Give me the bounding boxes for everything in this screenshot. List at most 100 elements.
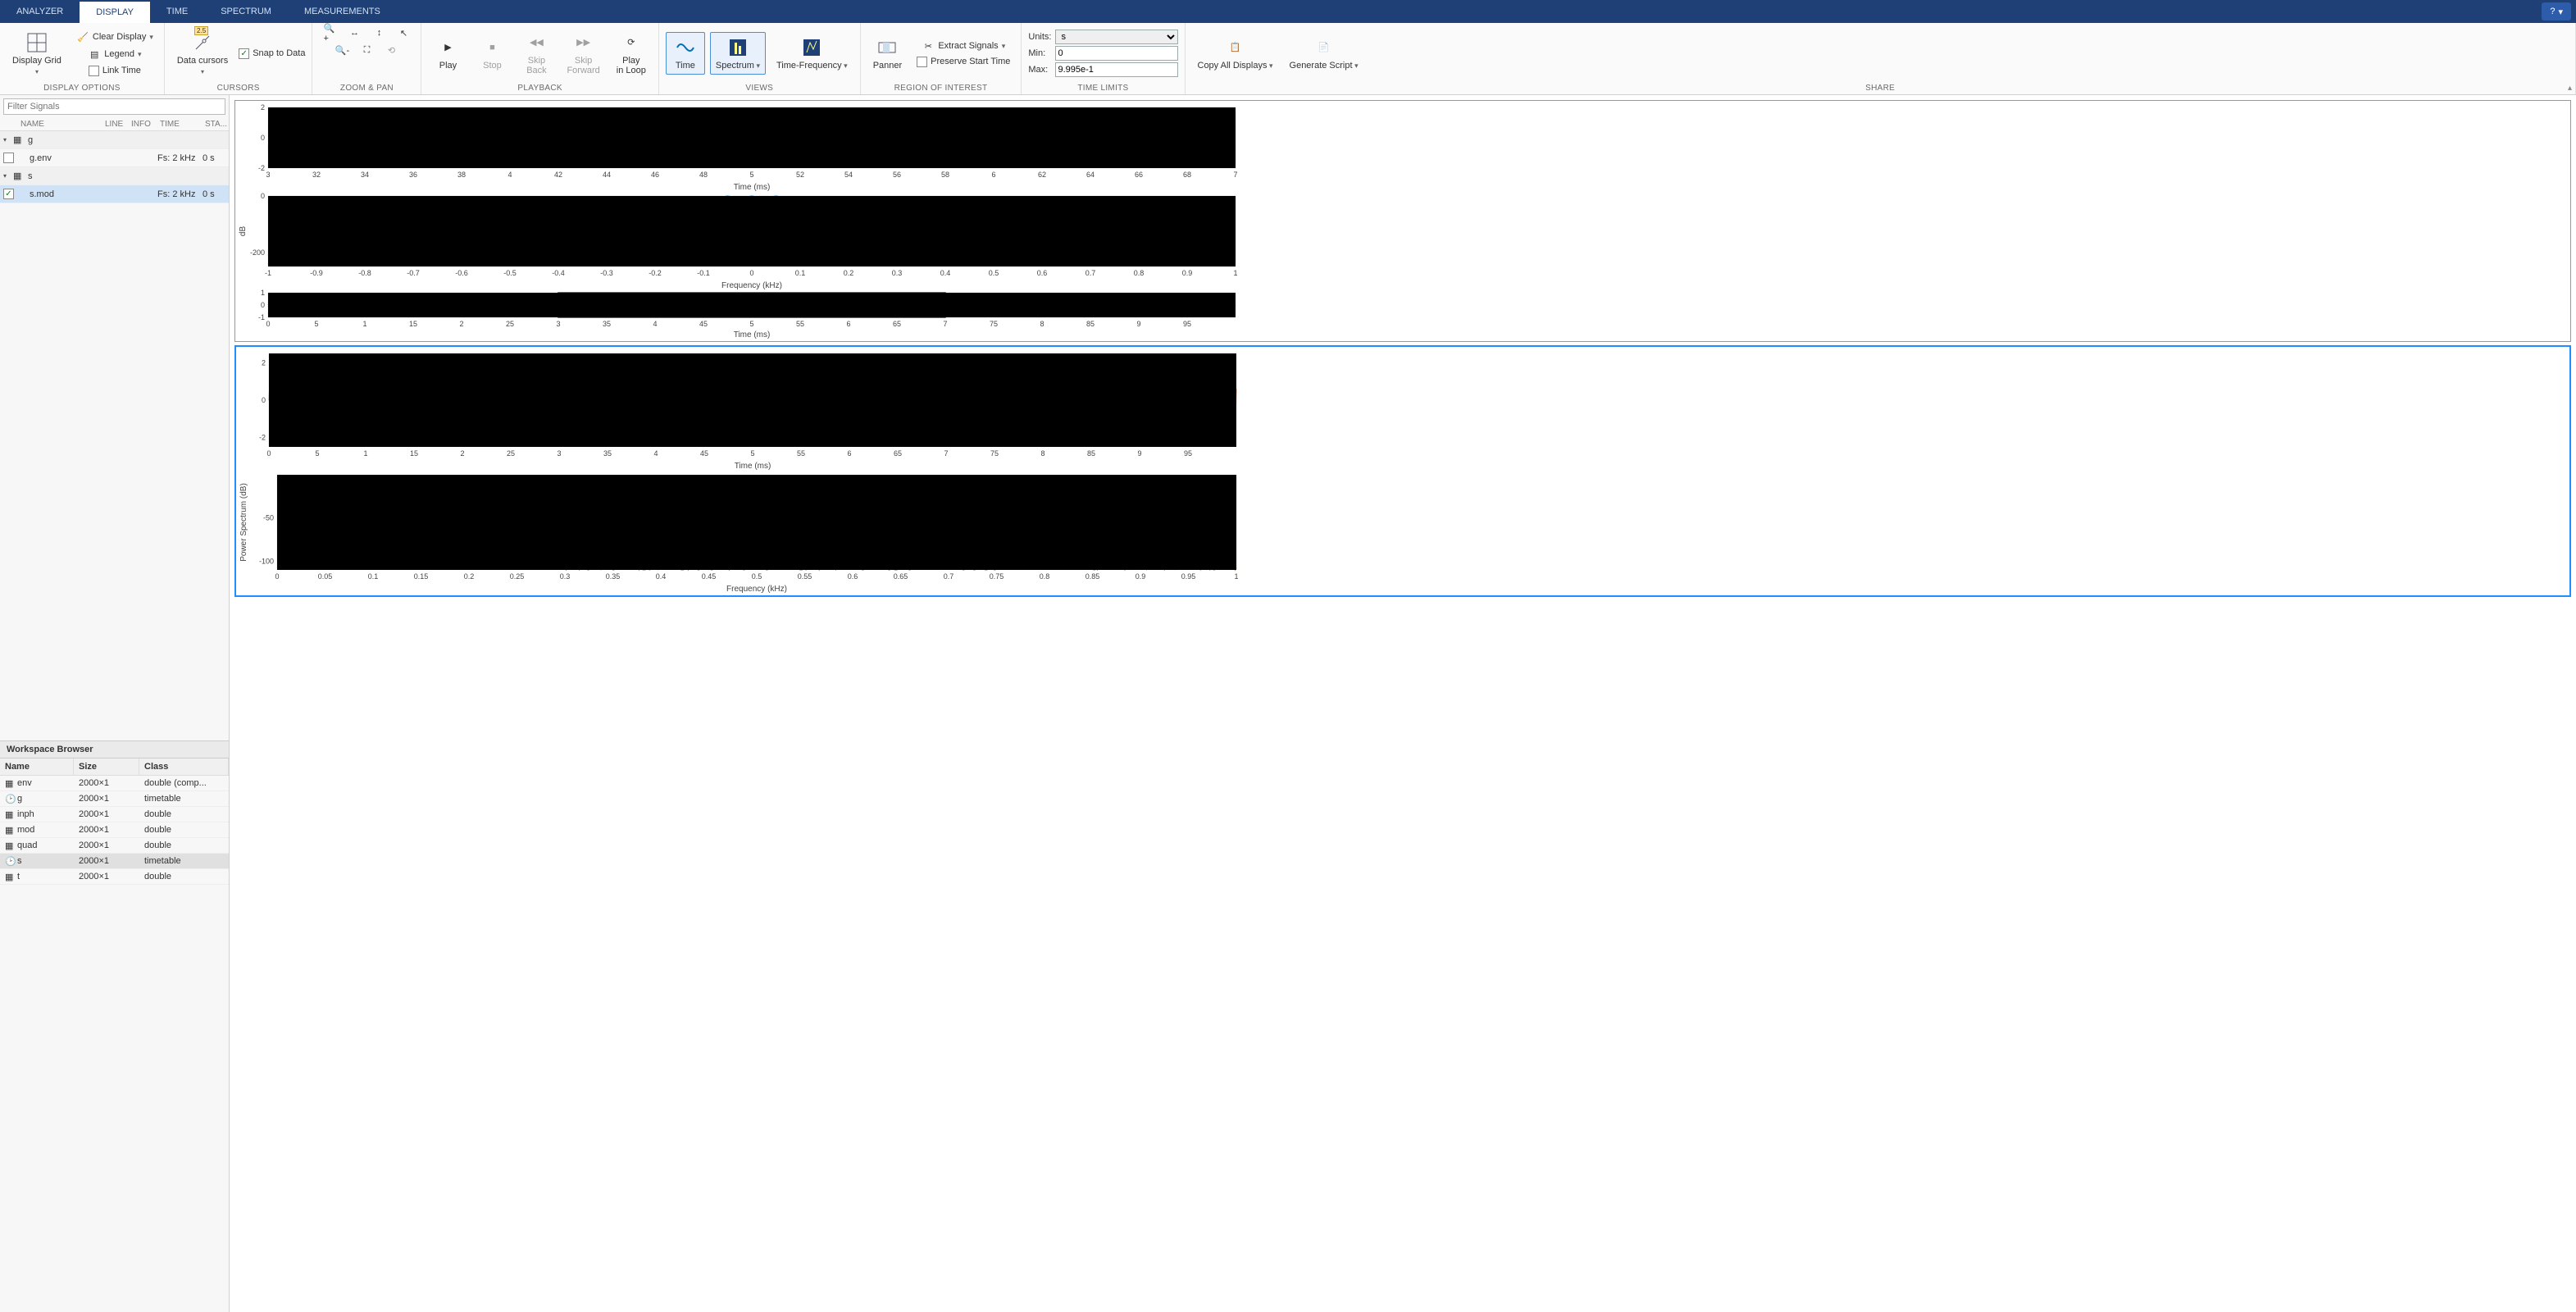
pan-button[interactable]: ↖	[393, 25, 414, 41]
pan-icon: ↖	[397, 26, 410, 39]
tab-measurements[interactable]: MEASUREMENTS	[288, 0, 397, 23]
tab-display[interactable]: DISPLAY	[80, 0, 150, 23]
svg-text:-1: -1	[265, 269, 271, 277]
snap-to-data-checkbox[interactable]: Snap to Data	[239, 48, 305, 59]
workspace-row[interactable]: 🕑s2000×1timetable	[0, 854, 229, 869]
link-time-checkbox[interactable]: Link Time	[72, 64, 157, 78]
svg-text:1: 1	[1234, 572, 1238, 581]
svg-text:0.7: 0.7	[1085, 269, 1096, 277]
min-input[interactable]	[1055, 46, 1178, 61]
units-select[interactable]: s	[1055, 30, 1178, 44]
svg-text:0.85: 0.85	[1085, 572, 1100, 581]
group-label: SHARE	[1192, 82, 2569, 94]
var-icon: ▦	[5, 840, 15, 850]
svg-text:-0.6: -0.6	[455, 269, 468, 277]
signal-tree: ▾▦gg.envFs: 2 kHz0 s▾▦ss.modFs: 2 kHz0 s	[0, 131, 229, 203]
svg-text:46: 46	[651, 171, 659, 179]
skip-back-button[interactable]: ◀◀Skip Back	[517, 27, 556, 80]
zoom-y-button[interactable]: ↕	[368, 25, 389, 41]
svg-text:0.25: 0.25	[510, 572, 525, 581]
plots-container: 3323436384424446485525456586626466687-20…	[230, 95, 2576, 1312]
svg-text:65: 65	[893, 320, 901, 328]
view-spectrum-button[interactable]: Spectrum	[710, 32, 766, 75]
filter-signals-input[interactable]	[3, 98, 225, 115]
svg-text:0: 0	[261, 301, 265, 309]
signal-row[interactable]: g.envFs: 2 kHz0 s	[0, 149, 229, 167]
svg-text:0.3: 0.3	[892, 269, 903, 277]
stop-button[interactable]: ■Stop	[472, 32, 512, 75]
svg-text:32: 32	[312, 171, 321, 179]
svg-text:0: 0	[261, 134, 265, 142]
play-loop-button[interactable]: ⟳Play in Loop	[611, 27, 652, 80]
tab-spectrum[interactable]: SPECTRUM	[204, 0, 288, 23]
plot-panel-s[interactable]: 05115225335445555665775885995-202Time (m…	[234, 345, 2571, 597]
view-tf-button[interactable]: Time-Frequency	[771, 32, 853, 75]
zoom-x-button[interactable]: ↔	[344, 25, 365, 41]
svg-text:95: 95	[1183, 320, 1191, 328]
svg-text:15: 15	[410, 449, 418, 458]
workspace-row[interactable]: ▦env2000×1double (comp...	[0, 776, 229, 791]
extract-signals-button[interactable]: ✂Extract Signals	[913, 38, 1014, 54]
svg-text:0.4: 0.4	[940, 269, 951, 277]
zoom-in-button[interactable]: 🔍+	[319, 25, 340, 41]
plot-panel-g[interactable]: 3323436384424446485525456586626466687-20…	[234, 100, 2571, 342]
max-input[interactable]	[1055, 62, 1178, 77]
fit-icon: ⛶	[360, 43, 373, 57]
group-label: CURSORS	[171, 82, 306, 94]
svg-text:35: 35	[603, 320, 611, 328]
svg-text:0.95: 0.95	[1181, 572, 1196, 581]
group-label: ZOOM & PAN	[319, 82, 414, 94]
help-button[interactable]: ?▾	[2542, 2, 2571, 20]
svg-text:4: 4	[653, 320, 657, 328]
svg-text:0.9: 0.9	[1182, 269, 1193, 277]
view-time-button[interactable]: Time	[666, 32, 705, 75]
signal-group[interactable]: ▾▦g	[0, 131, 229, 149]
preserve-start-checkbox[interactable]: Preserve Start Time	[913, 55, 1014, 69]
skip-fwd-button[interactable]: ▶▶Skip Forward	[561, 27, 605, 80]
svg-text:0.6: 0.6	[848, 572, 858, 581]
workspace-row[interactable]: ▦mod2000×1double	[0, 822, 229, 838]
data-cursors-button[interactable]: 2.5 Data cursors ▾	[171, 27, 234, 79]
signal-group[interactable]: ▾▦s	[0, 167, 229, 185]
svg-text:-0.8: -0.8	[358, 269, 371, 277]
min-label: Min:	[1028, 48, 1051, 58]
svg-text:0.1: 0.1	[795, 269, 806, 277]
clear-display-button[interactable]: 🧹 Clear Display	[72, 30, 157, 46]
workspace-row[interactable]: ▦inph2000×1double	[0, 807, 229, 822]
checkbox-icon[interactable]	[3, 189, 14, 199]
svg-text:1: 1	[362, 320, 366, 328]
checkbox-icon[interactable]	[3, 153, 14, 163]
signal-table-header: NAME LINE INFO TIME STA...	[0, 118, 229, 131]
legend-button[interactable]: ▤ Legend	[72, 47, 157, 63]
svg-text:25: 25	[507, 449, 515, 458]
workspace-table: ▦env2000×1double (comp...🕑g2000×1timetab…	[0, 776, 229, 1312]
workspace-row[interactable]: ▦t2000×1double	[0, 869, 229, 885]
svg-text:1: 1	[1233, 269, 1237, 277]
svg-text:Frequency (kHz): Frequency (kHz)	[726, 585, 787, 593]
display-grid-button[interactable]: Display Grid ▾	[7, 27, 67, 79]
stop-icon: ■	[480, 36, 503, 59]
skip-fwd-icon: ▶▶	[572, 31, 595, 54]
svg-text:-100: -100	[259, 557, 274, 565]
cursor-badge: 2.5	[194, 26, 208, 35]
signal-time: Fs: 2 kHz	[157, 189, 203, 199]
svg-text:1: 1	[261, 289, 265, 297]
svg-text:9: 9	[1136, 320, 1140, 328]
tab-time[interactable]: TIME	[150, 0, 204, 23]
zoom-out-button[interactable]: 🔍-	[331, 42, 353, 58]
fit-button[interactable]: ⛶	[356, 42, 377, 58]
workspace-row[interactable]: ▦quad2000×1double	[0, 838, 229, 854]
play-button[interactable]: ▶Play	[428, 32, 467, 75]
generate-script-button[interactable]: 📄Generate Script	[1284, 32, 1364, 75]
svg-text:0.3: 0.3	[560, 572, 571, 581]
workspace-row[interactable]: 🕑g2000×1timetable	[0, 791, 229, 807]
svg-text:-50: -50	[263, 514, 274, 522]
svg-text:38: 38	[457, 171, 466, 179]
tab-analyzer[interactable]: ANALYZER	[0, 0, 80, 23]
signal-row[interactable]: s.modFs: 2 kHz0 s	[0, 185, 229, 203]
collapse-ribbon-icon[interactable]: ▴	[2568, 84, 2572, 93]
copy-displays-button[interactable]: 📋Copy All Displays	[1192, 32, 1279, 75]
signal-name: g	[28, 135, 225, 145]
panner-button[interactable]: Panner	[867, 32, 908, 75]
zoom-reset-button[interactable]: ⟲	[380, 42, 402, 58]
